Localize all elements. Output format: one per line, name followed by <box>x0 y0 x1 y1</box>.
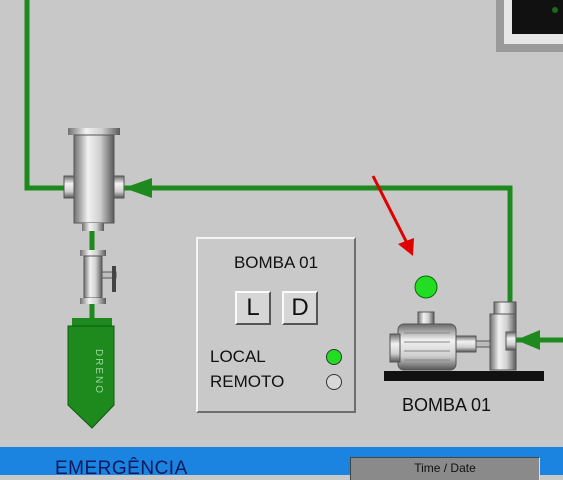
local-status-lamp <box>326 349 342 365</box>
flow-arrow-inlet-icon <box>516 330 540 350</box>
drain-valve <box>80 250 117 304</box>
time-date-display: Time / Date <box>350 457 540 480</box>
pump-status-lamp <box>414 275 438 299</box>
panel-title: BOMBA 01 <box>233 253 319 272</box>
drain-label: DRENO <box>93 349 104 395</box>
emergency-button[interactable]: EMERGÊNCIA <box>55 458 188 480</box>
pump-control-panel: BOMBA 01 L D LOCAL REMOTO <box>196 237 356 413</box>
local-button[interactable]: L <box>235 291 271 325</box>
drain-tank: DRENO <box>67 318 115 429</box>
filter-vessel <box>63 128 125 231</box>
flow-arrow-left-icon <box>124 178 152 198</box>
local-label: LOCAL <box>210 347 266 366</box>
remote-button[interactable]: D <box>282 291 318 325</box>
remote-status-lamp <box>326 374 342 390</box>
display-frame <box>496 0 563 52</box>
pump-label: BOMBA 01 <box>402 395 492 415</box>
remote-label: REMOTO <box>210 372 285 391</box>
